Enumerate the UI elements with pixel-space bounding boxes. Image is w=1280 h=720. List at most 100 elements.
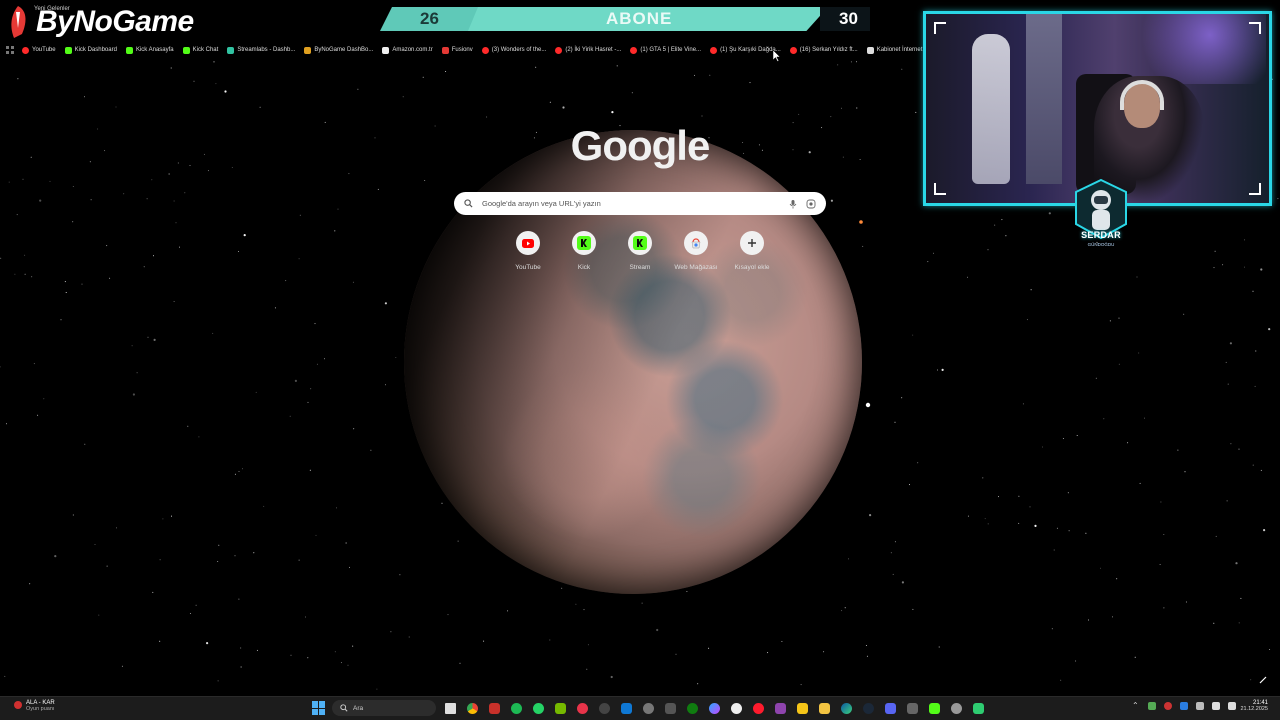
youtube-icon bbox=[22, 46, 29, 54]
opera-icon[interactable] bbox=[750, 700, 766, 716]
news-icon[interactable] bbox=[486, 700, 502, 716]
bookmark-item[interactable]: (16) Serkan Yıldız ft... bbox=[789, 46, 858, 54]
steam-icon[interactable] bbox=[860, 700, 876, 716]
shortcut-stream[interactable]: Stream bbox=[612, 231, 668, 271]
frame-corner bbox=[1249, 183, 1261, 195]
bookmarks-bar: YouTube Kick Dashboard Kick Anasayfa Kick C… bbox=[0, 43, 925, 57]
weather-subtitle: Oyun puanı bbox=[26, 706, 55, 712]
bookmark-list: YouTube Kick Dashboard Kick Anasayfa Kick C… bbox=[22, 46, 922, 54]
bluetooth-icon[interactable] bbox=[1180, 702, 1188, 710]
streamer-name: SERDAR bbox=[1081, 230, 1121, 240]
youtube-icon bbox=[481, 46, 489, 54]
search-box[interactable] bbox=[454, 192, 826, 215]
gear-icon[interactable] bbox=[948, 700, 964, 716]
app-icon[interactable] bbox=[728, 700, 744, 716]
app-icon[interactable] bbox=[970, 700, 986, 716]
bookmark-item[interactable]: Fusionv bbox=[441, 46, 473, 54]
bookmark-item[interactable]: Streamlabs - Dashb... bbox=[227, 46, 296, 54]
xbox-icon[interactable] bbox=[684, 700, 700, 716]
weather-alert-icon bbox=[14, 701, 22, 709]
subscriber-goal-bar: 26 ABONE 30 bbox=[380, 7, 870, 31]
mouse-cursor bbox=[773, 50, 781, 62]
weather-widget[interactable]: ALA - KAR Oyun puanı bbox=[14, 700, 55, 712]
settings-icon[interactable] bbox=[640, 700, 656, 716]
shortcut-kick[interactable]: Kick bbox=[556, 231, 612, 271]
app-icon[interactable] bbox=[794, 700, 810, 716]
volume-icon[interactable] bbox=[1228, 702, 1236, 710]
youtube-icon bbox=[789, 46, 797, 54]
search-icon bbox=[340, 704, 348, 712]
youtube-icon bbox=[710, 46, 718, 54]
bookmark-label: YouTube bbox=[32, 47, 56, 53]
amazon-icon bbox=[382, 46, 390, 54]
app-icon[interactable] bbox=[904, 700, 920, 716]
bookmark-label: Fusionv bbox=[451, 47, 473, 53]
bynogame-logo: ByNoGame bbox=[4, 2, 194, 42]
kick-icon[interactable] bbox=[926, 700, 942, 716]
obs-icon[interactable] bbox=[596, 700, 612, 716]
file-explorer-icon[interactable] bbox=[816, 700, 832, 716]
bookmark-item[interactable]: Kabionet İnternet bbox=[866, 46, 922, 54]
system-clock[interactable]: 21:41 21.12.2025 bbox=[1240, 700, 1268, 712]
frame-corner bbox=[934, 22, 946, 34]
edge-icon[interactable] bbox=[838, 700, 854, 716]
bookmark-item[interactable]: ByNoGame DashBo... bbox=[304, 46, 373, 54]
youtube-icon bbox=[630, 46, 638, 54]
kick-icon bbox=[182, 46, 190, 54]
streamlabs-icon bbox=[227, 46, 235, 54]
shortcut-label: Stream bbox=[629, 264, 651, 271]
apps-grid-icon[interactable] bbox=[6, 46, 14, 54]
whatsapp-icon[interactable] bbox=[530, 700, 546, 716]
shortcut-label: YouTube bbox=[515, 264, 541, 271]
tray-app-icon[interactable] bbox=[1164, 702, 1172, 710]
shortcut-web-ma-azas-[interactable]: Web Mağazası bbox=[668, 231, 724, 271]
bookmark-label: Kick Anasayfa bbox=[135, 47, 174, 53]
bookmark-item[interactable]: (2) İki Yirik Hasret -... bbox=[555, 46, 622, 54]
shortcut-k-sayol-ekle[interactable]: Kısayol ekle bbox=[724, 231, 780, 271]
wifi-icon[interactable] bbox=[1212, 702, 1220, 710]
spotify-icon[interactable] bbox=[508, 700, 524, 716]
opera-gx-icon[interactable] bbox=[574, 700, 590, 716]
bookmark-label: Kick Dashboard bbox=[74, 47, 117, 53]
taskbar-apps: Ara bbox=[312, 700, 986, 716]
shortcut-label: Web Mağazası bbox=[674, 264, 718, 271]
bookmark-label: (1) GTA 5 | Elite Vine... bbox=[640, 47, 702, 53]
bookmark-label: (16) Serkan Yıldız ft... bbox=[799, 47, 858, 53]
subs-label: ABONE bbox=[606, 9, 673, 28]
shortcut-youtube[interactable]: YouTube bbox=[500, 231, 556, 271]
bookmark-item[interactable]: Kick Anasayfa bbox=[125, 46, 174, 54]
web-store-icon bbox=[684, 231, 708, 255]
copilot-icon[interactable] bbox=[706, 700, 722, 716]
nvidia-icon[interactable] bbox=[552, 700, 568, 716]
chevron-up-icon[interactable]: ⌃ bbox=[1132, 702, 1140, 710]
windows-taskbar: ALA - KAR Oyun puanı Ara ⌃ 21:41 21.12.2… bbox=[0, 696, 1280, 720]
chrome-icon[interactable] bbox=[464, 700, 480, 716]
discord-icon[interactable] bbox=[882, 700, 898, 716]
bookmark-item[interactable]: Amazon.com.tr bbox=[382, 46, 433, 54]
tray-app-icon[interactable] bbox=[1148, 702, 1156, 710]
webcam-overlay bbox=[923, 11, 1272, 206]
bookmark-item[interactable]: (1) GTA 5 | Elite Vine... bbox=[630, 46, 702, 54]
bookmark-item[interactable]: (1) Şu Karşıki Dağda... bbox=[710, 46, 781, 54]
bookmark-item[interactable]: (3) Wonders of the... bbox=[481, 46, 546, 54]
fusion-icon bbox=[441, 46, 449, 54]
app-icon[interactable] bbox=[662, 700, 678, 716]
app-icon[interactable] bbox=[772, 700, 788, 716]
microphone-icon[interactable] bbox=[788, 199, 798, 209]
pen-input-icon[interactable] bbox=[1259, 676, 1267, 684]
search-input[interactable] bbox=[482, 199, 780, 208]
bookmark-label: (2) İki Yirik Hasret -... bbox=[565, 47, 622, 53]
bookmark-item[interactable]: Kick Chat bbox=[182, 46, 218, 54]
bookmark-item[interactable]: Kick Dashboard bbox=[64, 46, 117, 54]
bookmark-label: Streamlabs - Dashb... bbox=[237, 47, 296, 53]
task-view-icon[interactable] bbox=[442, 700, 458, 716]
google-lens-icon[interactable] bbox=[806, 199, 816, 209]
microphone-icon[interactable] bbox=[1196, 702, 1204, 710]
kick-icon bbox=[64, 46, 72, 54]
system-tray: ⌃ bbox=[1132, 702, 1236, 710]
start-icon[interactable] bbox=[312, 701, 326, 715]
taskbar-search[interactable]: Ara bbox=[332, 700, 436, 716]
bookmark-label: Amazon.com.tr bbox=[392, 47, 433, 53]
bookmark-item[interactable]: YouTube bbox=[22, 46, 56, 54]
outlook-icon[interactable] bbox=[618, 700, 634, 716]
